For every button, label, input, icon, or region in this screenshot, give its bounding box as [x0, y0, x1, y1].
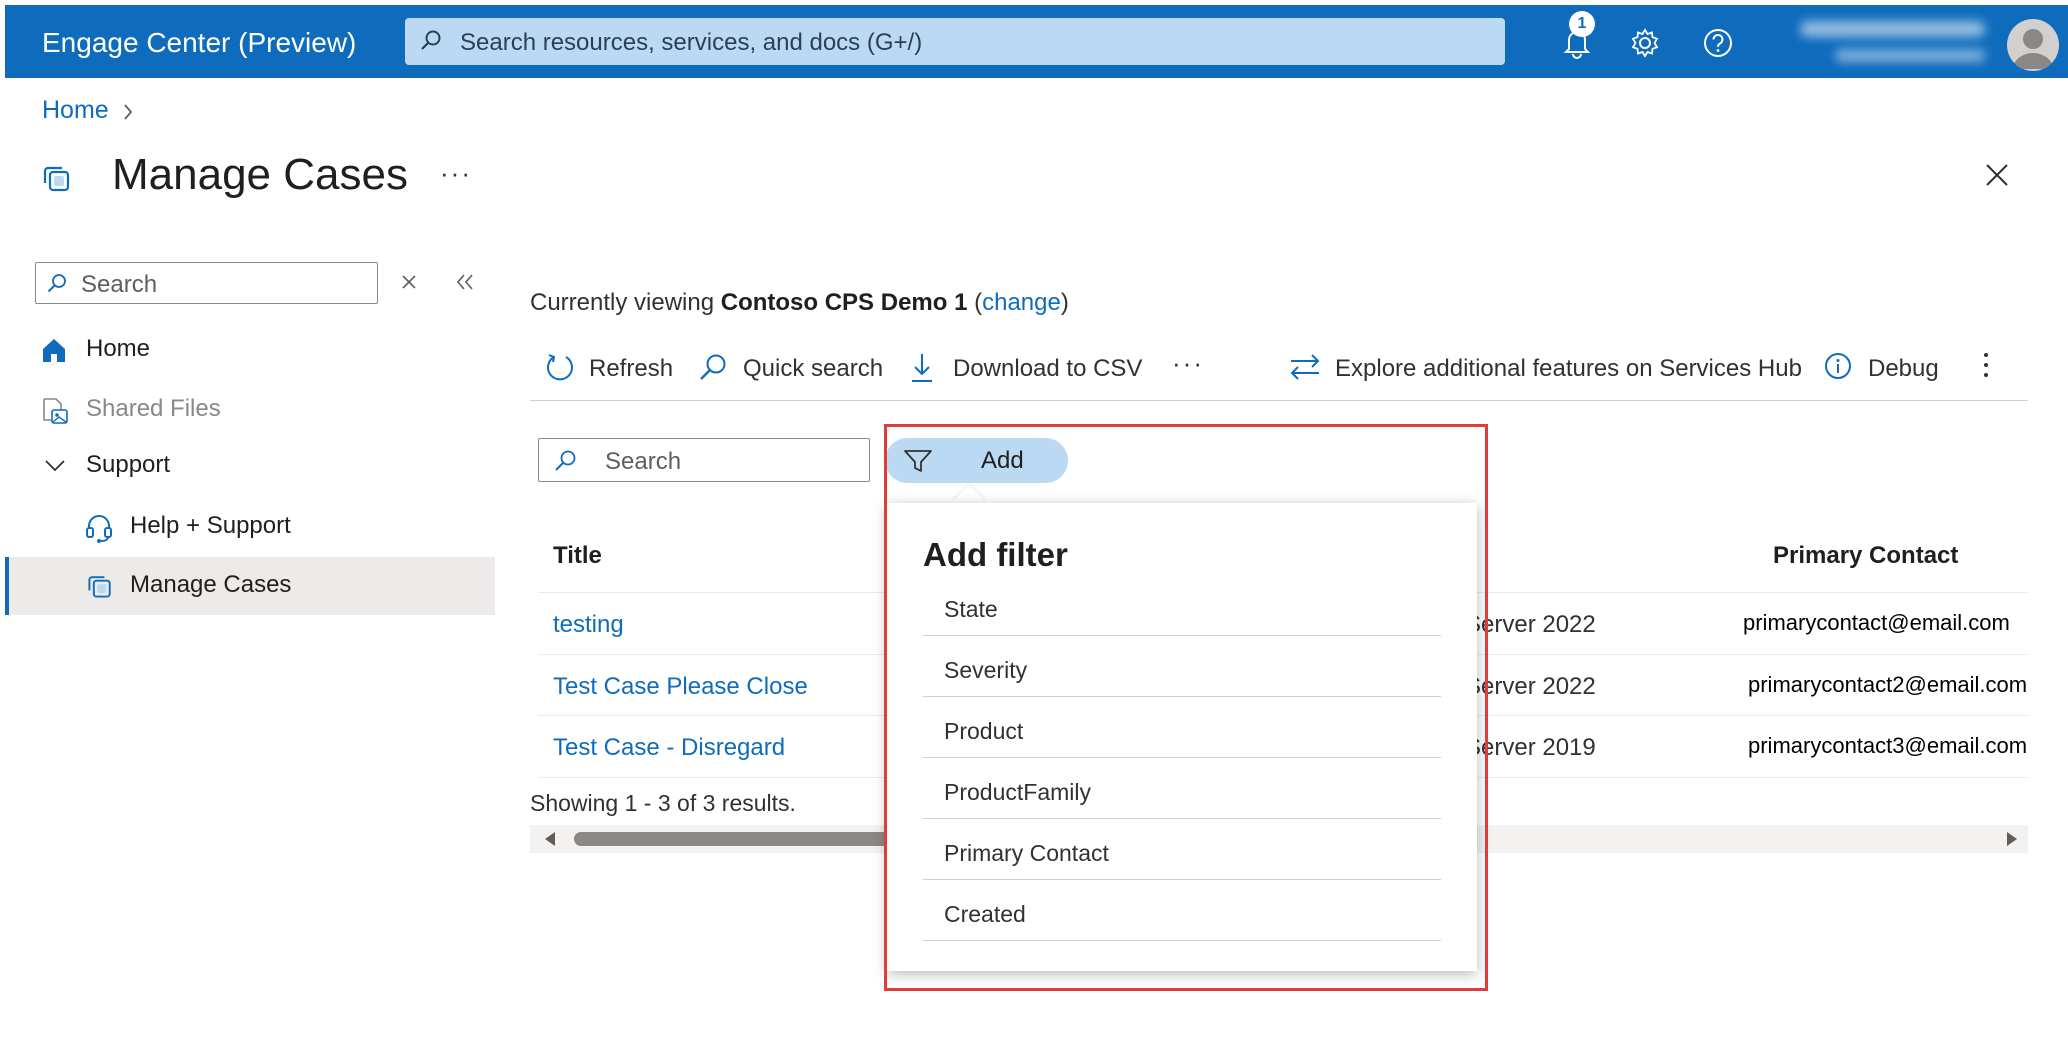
- viewing-name: Contoso CPS Demo 1: [720, 289, 968, 316]
- page-more-button[interactable]: ···: [440, 158, 472, 189]
- collapse-sidebar-icon[interactable]: [455, 272, 475, 292]
- scroll-right-icon[interactable]: [2006, 832, 2018, 846]
- viewing-paren-open: (: [967, 289, 983, 316]
- quick-search-label: Quick search: [743, 355, 884, 382]
- switch-arrows-icon: [1288, 352, 1322, 382]
- page-title: Manage Cases: [112, 150, 408, 199]
- info-icon: [1823, 352, 1853, 382]
- chevron-down-icon: [43, 458, 67, 474]
- sidebar-item-label: Support: [86, 451, 171, 478]
- gear-icon[interactable]: [1629, 27, 1661, 59]
- help-icon[interactable]: [1702, 27, 1734, 59]
- chevron-right-icon: [122, 102, 134, 122]
- column-header-primary-contact[interactable]: Primary Contact: [1773, 542, 1958, 570]
- highlight-box: [884, 424, 1488, 991]
- more-vertical-icon[interactable]: [1982, 352, 1990, 378]
- scroll-left-icon[interactable]: [544, 832, 556, 846]
- sidebar-item-manage-cases[interactable]: Manage Cases: [5, 557, 495, 615]
- headset-icon: [85, 513, 113, 543]
- viewing-paren-close: ): [1060, 289, 1069, 316]
- search-icon: [697, 352, 729, 384]
- close-icon[interactable]: [1985, 163, 2009, 187]
- toolbar-more-button[interactable]: ···: [1172, 348, 1204, 379]
- breadcrumb-home[interactable]: Home: [42, 96, 109, 125]
- viewing-prefix: Currently viewing: [530, 289, 721, 316]
- top-bar: Engage Center (Preview) Search resources…: [5, 5, 2068, 78]
- avatar[interactable]: [2007, 19, 2059, 71]
- refresh-label: Refresh: [589, 355, 674, 382]
- grid-search-placeholder: Search: [605, 448, 682, 475]
- clear-filter-icon[interactable]: [400, 273, 418, 291]
- change-link[interactable]: change: [982, 289, 1061, 316]
- search-icon: [419, 29, 443, 53]
- table-row-contact: primarycontact@email.com: [1743, 610, 2010, 635]
- table-row-title-link[interactable]: testing: [553, 611, 624, 639]
- sidebar-item-support[interactable]: Support: [5, 437, 495, 495]
- download-icon: [908, 352, 936, 384]
- refresh-icon: [544, 352, 576, 384]
- notification-badge: 1: [1569, 11, 1595, 37]
- shared-files-icon: [40, 396, 70, 426]
- sidebar-item-label: Shared Files: [86, 395, 221, 422]
- app-title[interactable]: Engage Center (Preview): [42, 27, 356, 59]
- results-count: Showing 1 - 3 of 3 results.: [530, 790, 796, 816]
- sidebar-item-shared-files[interactable]: Shared Files: [5, 381, 495, 439]
- download-csv-label: Download to CSV: [953, 355, 1143, 382]
- selection-indicator: [5, 557, 9, 615]
- column-header-title[interactable]: Title: [553, 542, 602, 570]
- sidebar-search-input[interactable]: Search: [35, 262, 378, 304]
- global-search-placeholder: Search resources, services, and docs (G+…: [460, 29, 923, 56]
- cases-icon: [85, 572, 115, 600]
- account-info[interactable]: [1795, 17, 1985, 69]
- home-icon: [40, 336, 68, 364]
- table-row-title-link[interactable]: Test Case - Disregard: [553, 734, 785, 762]
- sidebar-item-home[interactable]: Home: [5, 321, 495, 379]
- table-row-contact: primarycontact2@email.com: [1748, 672, 2028, 697]
- sidebar-item-label: Manage Cases: [130, 571, 292, 598]
- sidebar-item-label: Help + Support: [130, 512, 291, 539]
- search-icon: [46, 273, 68, 295]
- sidebar-item-help-support[interactable]: Help + Support: [5, 498, 495, 556]
- cases-icon: [40, 163, 74, 193]
- explore-label: Explore additional features on Services …: [1335, 355, 1802, 382]
- global-search-input[interactable]: Search resources, services, and docs (G+…: [405, 18, 1505, 65]
- debug-label: Debug: [1868, 355, 1939, 382]
- sidebar-search-placeholder: Search: [81, 271, 158, 298]
- grid-search-input[interactable]: Search: [538, 438, 870, 482]
- table-row-contact: primarycontact3@email.com: [1748, 733, 2028, 758]
- search-icon: [553, 449, 577, 473]
- currently-viewing: Currently viewing Contoso CPS Demo 1 (ch…: [530, 289, 1069, 317]
- sidebar-item-label: Home: [86, 335, 151, 362]
- toolbar-divider: [530, 400, 2028, 401]
- table-row-title-link[interactable]: Test Case Please Close: [553, 673, 808, 701]
